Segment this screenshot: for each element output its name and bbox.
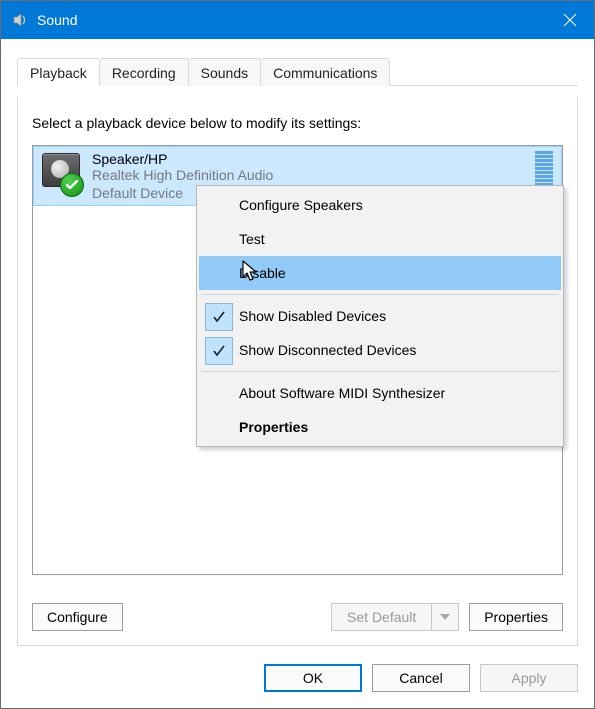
- menu-properties[interactable]: Properties: [199, 410, 561, 444]
- apply-button: Apply: [480, 664, 578, 692]
- set-default-split: Set Default: [331, 603, 459, 631]
- check-icon: [205, 337, 233, 365]
- sound-icon: [11, 11, 29, 29]
- menu-show-disconnected[interactable]: Show Disconnected Devices: [199, 333, 561, 367]
- set-default-button: Set Default: [331, 603, 431, 631]
- ok-button[interactable]: OK: [264, 664, 362, 692]
- menu-test[interactable]: Test: [199, 222, 561, 256]
- device-driver: Realtek High Definition Audio: [92, 167, 527, 185]
- default-check-icon: [60, 173, 84, 197]
- menu-disable[interactable]: Disable: [199, 256, 561, 290]
- panel-buttons: Configure Set Default Properties: [32, 603, 563, 631]
- dialog-buttons: OK Cancel Apply: [264, 664, 578, 692]
- device-name: Speaker/HP: [92, 151, 527, 167]
- tab-strip: Playback Recording Sounds Communications: [17, 51, 578, 86]
- cancel-button[interactable]: Cancel: [372, 664, 470, 692]
- tab-communications[interactable]: Communications: [261, 58, 390, 86]
- menu-separator: [201, 371, 559, 372]
- menu-show-disconnected-label: Show Disconnected Devices: [239, 342, 416, 358]
- context-menu: Configure Speakers Test Disable Show Dis…: [196, 185, 564, 447]
- close-button[interactable]: [546, 1, 594, 39]
- tab-sounds[interactable]: Sounds: [189, 58, 261, 86]
- menu-show-disabled-label: Show Disabled Devices: [239, 308, 386, 324]
- menu-about[interactable]: About Software MIDI Synthesizer: [199, 376, 561, 410]
- window-title: Sound: [37, 12, 77, 28]
- properties-button[interactable]: Properties: [469, 603, 563, 631]
- menu-separator: [201, 294, 559, 295]
- tab-playback[interactable]: Playback: [17, 58, 100, 86]
- titlebar: Sound: [1, 1, 594, 39]
- sound-dialog: Sound Playback Recording Sounds Communic…: [0, 0, 595, 709]
- instruction-text: Select a playback device below to modify…: [32, 115, 563, 131]
- set-default-dropdown: [431, 603, 459, 631]
- tab-recording[interactable]: Recording: [100, 58, 189, 86]
- speaker-device-icon: [42, 153, 82, 193]
- menu-show-disabled[interactable]: Show Disabled Devices: [199, 299, 561, 333]
- check-icon: [205, 303, 233, 331]
- menu-configure-speakers[interactable]: Configure Speakers: [199, 188, 561, 222]
- configure-button[interactable]: Configure: [32, 603, 123, 631]
